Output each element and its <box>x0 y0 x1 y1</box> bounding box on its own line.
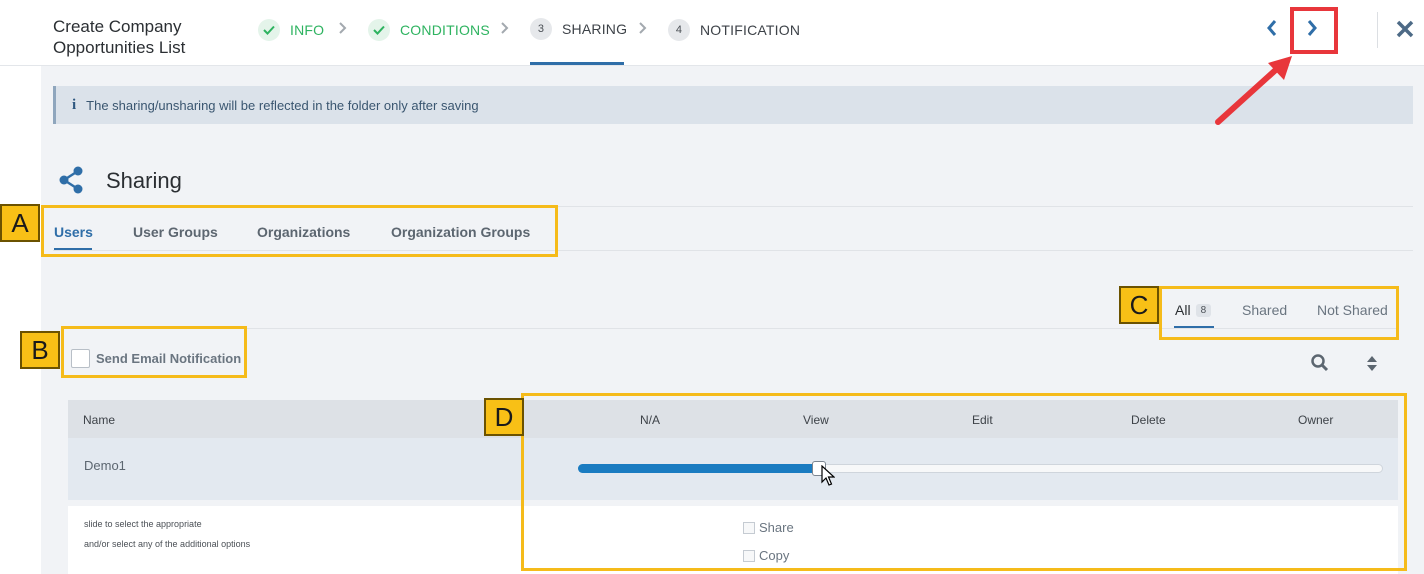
step-notification-label: NOTIFICATION <box>700 22 801 38</box>
annotation-arrow-icon <box>1215 56 1292 125</box>
check-icon <box>368 19 390 41</box>
step-number: 4 <box>668 19 690 41</box>
sort-icon[interactable] <box>1365 353 1379 373</box>
step-sharing[interactable]: 3 SHARING <box>530 17 627 41</box>
previous-step-button[interactable] <box>1258 14 1286 42</box>
chevron-right-icon <box>638 21 650 37</box>
annotation-highlight-next <box>1290 7 1338 54</box>
info-banner: i The sharing/unsharing will be reflecte… <box>53 86 1413 124</box>
info-icon: i <box>72 96 77 113</box>
active-step-underline <box>530 62 624 65</box>
page-title: Create Company Opportunities List <box>53 17 186 57</box>
annotation-label-c: C <box>1119 286 1159 324</box>
chevron-right-icon <box>338 21 350 37</box>
step-sharing-label: SHARING <box>562 21 628 37</box>
chevron-left-icon <box>1267 20 1277 36</box>
annotation-box-c <box>1159 286 1399 340</box>
page: Create Company Opportunities List INFO C… <box>0 0 1424 574</box>
share-icon <box>59 166 83 194</box>
annotation-box-d <box>521 393 1407 571</box>
annotation-box-b <box>61 326 247 378</box>
hint-text-line1: slide to select the appropriate <box>84 519 202 529</box>
close-icon <box>1396 20 1414 38</box>
close-button[interactable] <box>1392 15 1418 43</box>
step-conditions[interactable]: CONDITIONS <box>368 18 490 42</box>
step-info[interactable]: INFO <box>258 18 324 42</box>
annotation-box-a <box>41 205 558 257</box>
annotation-label-b: B <box>20 331 60 369</box>
section-title: Sharing <box>106 168 182 193</box>
step-notification[interactable]: 4 NOTIFICATION <box>668 18 800 42</box>
check-icon <box>258 19 280 41</box>
info-message: The sharing/unsharing will be reflected … <box>86 97 479 113</box>
step-number: 3 <box>530 18 552 40</box>
search-icon[interactable] <box>1310 353 1330 373</box>
user-name: Demo1 <box>84 458 126 473</box>
chevron-right-icon <box>500 21 512 37</box>
header-divider <box>1377 12 1378 48</box>
annotation-label-a: A <box>0 204 40 242</box>
step-info-label: INFO <box>290 22 325 38</box>
step-conditions-label: CONDITIONS <box>400 22 490 38</box>
annotation-label-d: D <box>484 398 524 436</box>
column-name: Name <box>83 413 116 427</box>
hint-text-line2: and/or select any of the additional opti… <box>84 539 251 549</box>
